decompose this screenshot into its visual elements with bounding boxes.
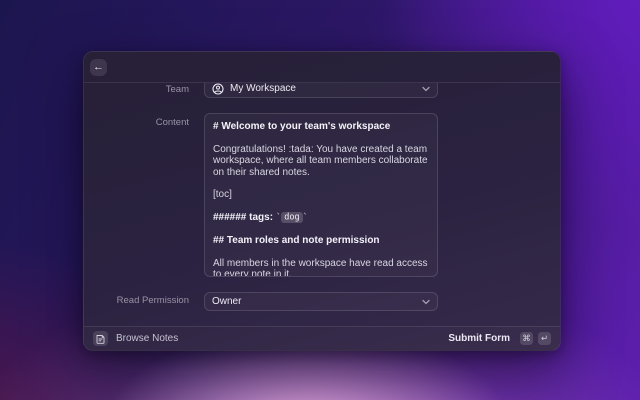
content-paragraph: [toc]	[213, 189, 429, 201]
submit-form-label: Submit Form	[448, 333, 510, 344]
content-paragraph: ###### tags: `dog`	[213, 212, 429, 225]
chevron-down-icon	[422, 299, 430, 305]
team-dropdown-value: My Workspace	[230, 83, 296, 94]
content-paragraph: ## Team roles and note permission	[213, 235, 429, 247]
action-bar: Browse Notes Submit Form ⌘ ↵	[84, 326, 560, 350]
browse-notes-label: Browse Notes	[116, 333, 178, 344]
content-paragraph: All members in the workspace have read a…	[213, 258, 429, 278]
content-paragraph: Congratulations! :tada: You have created…	[213, 144, 429, 179]
window-header: ←	[84, 52, 560, 83]
read-permission-dropdown[interactable]: Owner	[204, 292, 438, 311]
read-permission-dropdown-value: Owner	[212, 296, 241, 307]
team-field-label: Team	[84, 85, 189, 95]
back-arrow-icon: ←	[93, 62, 104, 73]
content-text: # Welcome to your team's workspace Congra…	[213, 121, 429, 277]
content-field-label: Content	[84, 118, 189, 128]
submit-form-button[interactable]: Submit Form ⌘ ↵	[448, 332, 551, 345]
desktop-background: ← Team My Workspace	[0, 0, 640, 400]
chevron-down-icon	[422, 86, 430, 92]
form-window: ← Team My Workspace	[83, 51, 561, 351]
team-dropdown[interactable]: My Workspace	[204, 83, 438, 98]
user-circle-icon	[212, 83, 224, 95]
read-permission-field-label: Read Permission	[84, 296, 189, 306]
note-document-icon	[93, 331, 108, 346]
content-textarea[interactable]: # Welcome to your team's workspace Congra…	[204, 113, 438, 277]
form-area: Team My Workspace Content	[84, 83, 560, 326]
content-paragraph: # Welcome to your team's workspace	[213, 121, 429, 133]
browse-notes-button[interactable]: Browse Notes	[93, 331, 178, 346]
back-button[interactable]: ←	[90, 59, 107, 76]
command-key-icon: ⌘	[520, 332, 533, 345]
return-key-icon: ↵	[538, 332, 551, 345]
inline-code: dog	[281, 212, 302, 223]
